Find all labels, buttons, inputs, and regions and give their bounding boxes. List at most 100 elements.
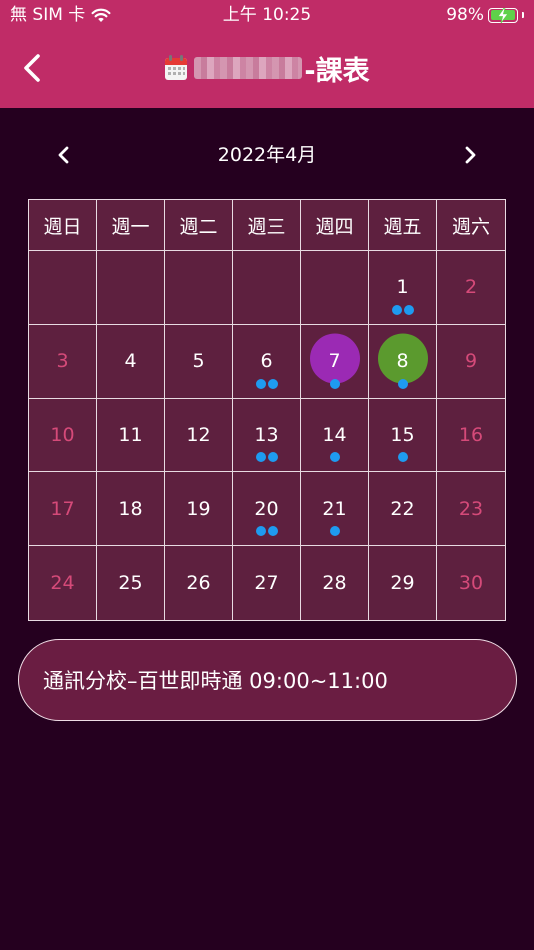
day-cell[interactable]: 12 [165, 398, 233, 473]
day-number: 27 [254, 572, 279, 595]
event-dot [397, 452, 408, 463]
day-cell[interactable]: 21 [301, 472, 369, 547]
event-item[interactable]: 通訊分校–百世即時通 09:00~11:00 [18, 639, 517, 721]
day-cell[interactable]: 28 [301, 546, 369, 620]
empty-day-cell [97, 251, 165, 325]
weekday-label: 週一 [111, 215, 150, 238]
event-dots [233, 526, 300, 537]
day-cell[interactable]: 7 [301, 324, 369, 399]
event-dot [255, 526, 266, 537]
weekday-label: 週六 [451, 215, 490, 238]
day-cell[interactable]: 13 [233, 398, 301, 473]
day-cell[interactable]: 19 [165, 472, 233, 547]
day-cell[interactable]: 26 [165, 546, 233, 620]
battery-cap [522, 12, 524, 18]
day-number: 9 [464, 350, 478, 373]
event-dot [397, 378, 408, 389]
weekday-header: 週四 [301, 200, 369, 251]
month-header: 2022年4月 [0, 140, 534, 170]
weekday-label: 週日 [43, 215, 82, 238]
day-number: 20 [254, 497, 279, 520]
day-number: 18 [118, 497, 143, 520]
day-cell[interactable]: 8 [369, 324, 437, 399]
day-cell[interactable]: 27 [233, 546, 301, 620]
day-cell[interactable]: 17 [29, 472, 97, 547]
day-cell[interactable]: 23 [437, 472, 505, 547]
event-dots [369, 304, 436, 315]
battery-percent: 98% [446, 5, 484, 25]
day-number: 17 [50, 497, 75, 520]
event-dots [369, 452, 436, 463]
day-number: 16 [458, 423, 484, 446]
day-number: 21 [322, 497, 347, 520]
day-cell[interactable]: 3 [29, 324, 97, 399]
day-number: 23 [458, 497, 484, 520]
event-dot [403, 304, 414, 315]
day-number: 15 [390, 423, 415, 446]
day-cell[interactable]: 4 [97, 324, 165, 399]
day-cell[interactable]: 18 [97, 472, 165, 547]
day-number: 25 [118, 572, 143, 595]
day-number: 7 [328, 350, 341, 373]
event-dots [233, 452, 300, 463]
day-number: 29 [390, 572, 415, 595]
day-number: 8 [396, 350, 409, 373]
weekday-label: 週四 [315, 215, 354, 238]
next-month-button[interactable] [458, 140, 484, 170]
event-dot [267, 452, 278, 463]
weekday-label: 週三 [247, 215, 286, 238]
weekday-header: 週三 [233, 200, 301, 251]
day-cell[interactable]: 15 [369, 398, 437, 473]
day-cell[interactable]: 5 [165, 324, 233, 399]
day-number: 13 [254, 423, 279, 446]
day-cell[interactable]: 30 [437, 546, 505, 620]
weekday-header: 週一 [97, 200, 165, 251]
day-cell[interactable]: 1 [369, 251, 437, 325]
page-title: -課表 [0, 48, 534, 88]
chevron-right-icon [465, 146, 476, 164]
event-dots [301, 452, 368, 463]
day-cell[interactable]: 2 [437, 251, 505, 325]
day-cell[interactable]: 14 [301, 398, 369, 473]
day-cell[interactable]: 11 [97, 398, 165, 473]
day-cell[interactable]: 10 [29, 398, 97, 473]
calendar-grid: 週日 週一 週二 週三 週四 週五 週六 1 2 3 4 5 6 7 8 9 10 11 12 13 14 15 16 17 1… [28, 199, 506, 621]
redacted-name [194, 57, 303, 79]
day-number: 30 [458, 572, 484, 595]
day-cell[interactable]: 6 [233, 324, 301, 399]
day-cell[interactable]: 16 [437, 399, 505, 473]
day-cell[interactable]: 25 [97, 546, 165, 620]
day-number: 26 [186, 572, 211, 595]
month-label: 2022年4月 [217, 144, 317, 166]
calendar-icon [165, 55, 188, 80]
day-number: 6 [260, 350, 273, 373]
status-battery: 98% [446, 4, 524, 26]
weekday-label: 週五 [383, 215, 422, 238]
day-cell[interactable]: 22 [369, 472, 437, 547]
schedule-screen: 無 SIM 卡 上午 10:25 98% -課表 2022年4月 週日 週一 週… [0, 0, 534, 950]
empty-day-cell [29, 251, 97, 325]
day-cell[interactable]: 9 [437, 325, 505, 399]
event-dot [255, 452, 266, 463]
weekday-header: 週六 [437, 200, 505, 251]
day-cell[interactable]: 20 [233, 472, 301, 547]
event-dot [267, 378, 278, 389]
event-dots [369, 378, 436, 389]
day-number: 5 [192, 350, 205, 373]
day-cell[interactable]: 24 [29, 546, 97, 620]
event-dots [301, 526, 368, 537]
weekday-header: 週五 [369, 200, 437, 251]
top-bar: 無 SIM 卡 上午 10:25 98% -課表 [0, 0, 534, 108]
day-number: 4 [124, 350, 137, 373]
empty-day-cell [233, 251, 301, 325]
day-number: 3 [56, 350, 69, 373]
day-number: 2 [464, 276, 478, 299]
event-dot [391, 304, 402, 315]
event-dot [267, 526, 278, 537]
day-number: 12 [186, 423, 211, 446]
day-number: 19 [186, 497, 211, 520]
day-cell[interactable]: 29 [369, 546, 437, 620]
weekday-header: 週日 [29, 200, 97, 251]
event-dots [301, 378, 368, 389]
empty-day-cell [165, 251, 233, 325]
